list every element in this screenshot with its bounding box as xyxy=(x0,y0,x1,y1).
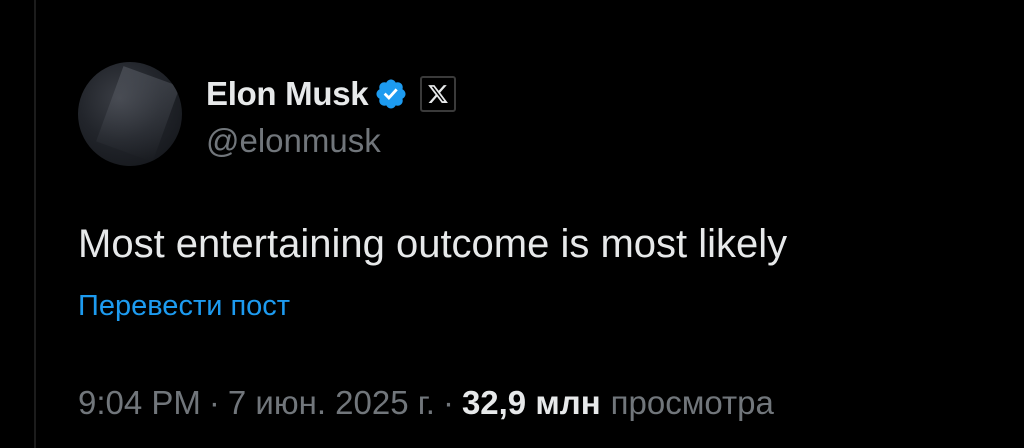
translate-post-link[interactable]: Перевести пост xyxy=(78,290,290,323)
meta-separator: · xyxy=(208,384,220,421)
meta-separator: · xyxy=(442,384,454,421)
post-text: Most entertaining outcome is most likely xyxy=(78,222,788,266)
views-label: просмотра xyxy=(610,384,774,421)
name-row: Elon Musk xyxy=(206,74,457,114)
author-display-name[interactable]: Elon Musk xyxy=(206,75,369,113)
post-date[interactable]: 7 июн. 2025 г. xyxy=(228,384,435,422)
post-time[interactable]: 9:04 PM xyxy=(78,384,201,422)
verified-check-icon[interactable] xyxy=(374,77,408,111)
views-count[interactable]: 32,9 млн xyxy=(462,384,601,422)
thread-divider xyxy=(34,0,36,448)
post-meta: 9:04 PM · 7 июн. 2025 г. · 32,9 млн прос… xyxy=(78,384,774,422)
avatar[interactable] xyxy=(78,62,182,166)
x-logo-icon[interactable] xyxy=(420,76,457,112)
author-handle[interactable]: @elonmusk xyxy=(206,122,456,160)
post-header: Elon Musk @elonmusk xyxy=(78,62,978,166)
author-identity: Elon Musk @elonmusk xyxy=(206,74,457,160)
post: Elon Musk @elonmusk Most entertaining ou… xyxy=(78,62,978,421)
